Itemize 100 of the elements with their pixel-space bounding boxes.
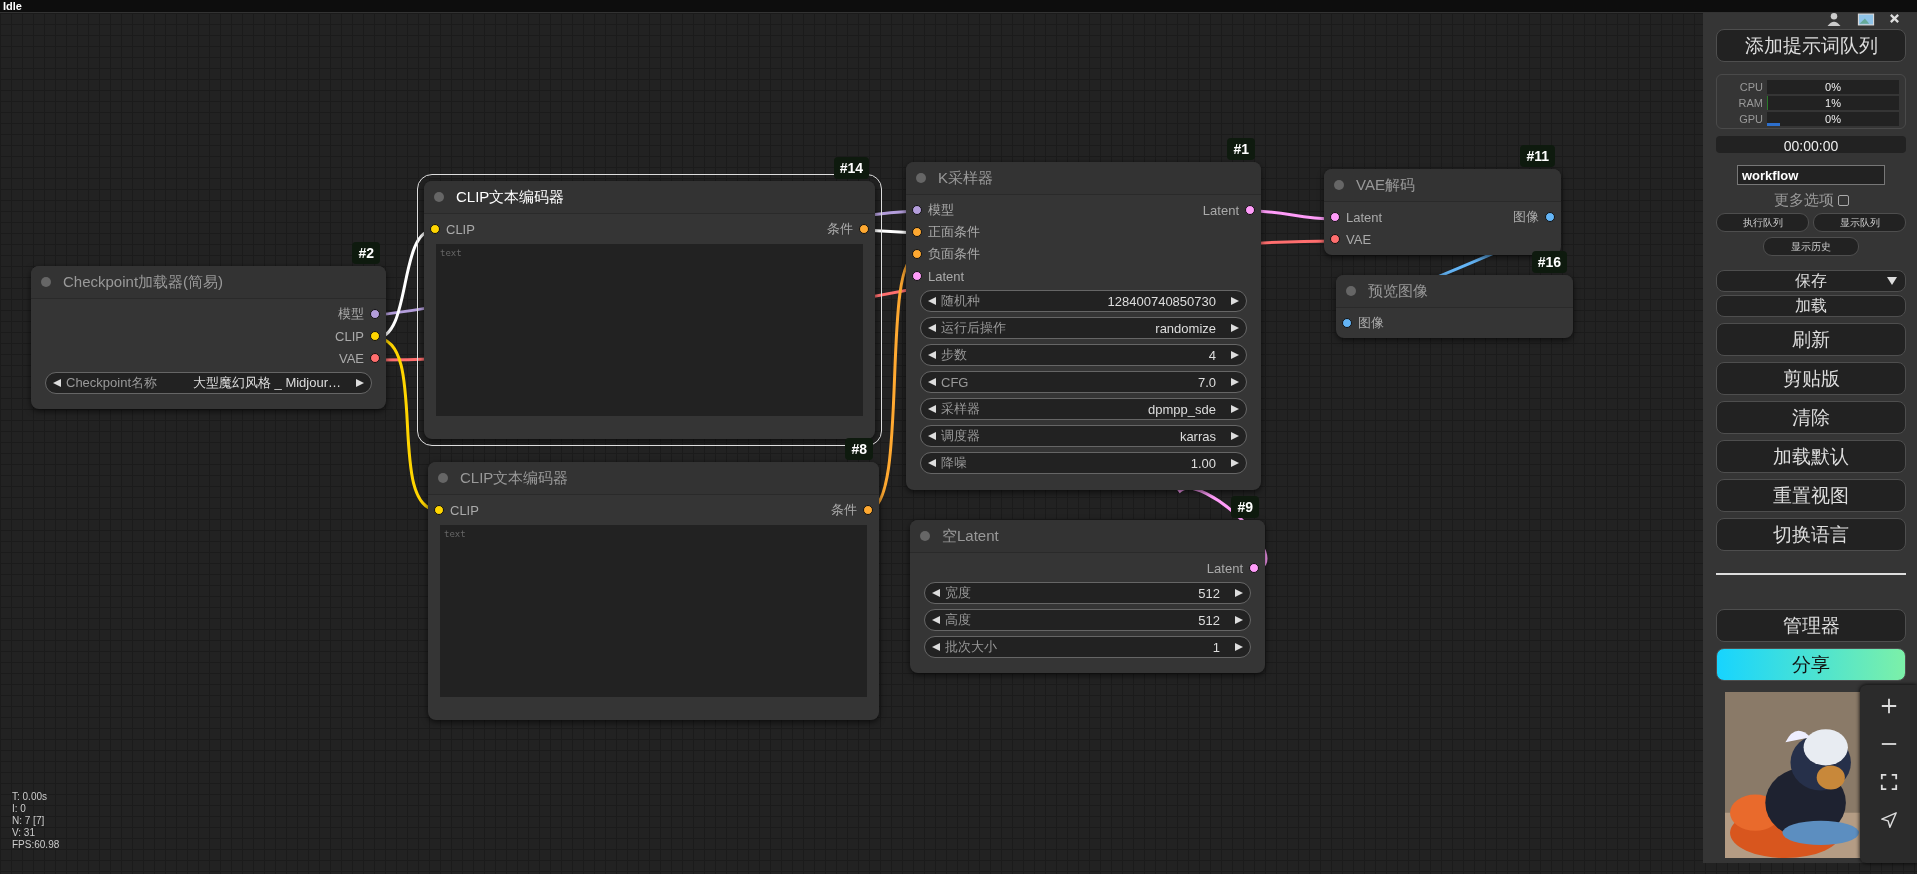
- right-arrow-icon[interactable]: [1234, 615, 1244, 625]
- input-slot-icon[interactable]: [430, 224, 440, 234]
- right-arrow-icon[interactable]: [1230, 296, 1240, 306]
- output-slot-icon[interactable]: [1245, 205, 1255, 215]
- menu-button[interactable]: 重置视图: [1716, 479, 1906, 512]
- menu-button[interactable]: 加载: [1716, 295, 1906, 317]
- right-arrow-icon[interactable]: [1230, 323, 1240, 333]
- input-slot-icon[interactable]: [1330, 212, 1340, 222]
- value-widget[interactable]: 运行后操作 randomize: [920, 317, 1247, 339]
- input-slot-icon[interactable]: [1342, 318, 1352, 328]
- value-widget[interactable]: 步数 4: [920, 344, 1247, 366]
- output-slot-icon[interactable]: [370, 331, 380, 341]
- node-title: VAE解码: [1356, 175, 1415, 195]
- share-button[interactable]: 分享: [1716, 648, 1906, 681]
- zoom-in-icon[interactable]: [1879, 697, 1898, 715]
- collapse-dot-icon[interactable]: [916, 173, 926, 183]
- value-widget[interactable]: 调度器 karras: [920, 425, 1247, 447]
- left-arrow-icon[interactable]: [927, 377, 937, 387]
- left-arrow-icon[interactable]: [927, 404, 937, 414]
- slot-label: Latent: [1206, 560, 1243, 576]
- navigation-arrow-icon[interactable]: [1879, 811, 1898, 829]
- slot-label: Latent: [1346, 209, 1383, 225]
- left-arrow-icon[interactable]: [927, 431, 937, 441]
- person-icon[interactable]: [1825, 13, 1843, 26]
- queue-button[interactable]: 显示队列: [1813, 213, 1906, 232]
- usage-value: 0%: [1825, 80, 1841, 93]
- input-slot-icon[interactable]: [434, 505, 444, 515]
- output-slot-icon[interactable]: [370, 309, 380, 319]
- fit-view-icon[interactable]: [1879, 773, 1898, 791]
- value-widget[interactable]: 采样器 dpmpp_sde: [920, 398, 1247, 420]
- node-id-badge: #1: [1227, 138, 1255, 160]
- right-arrow-icon[interactable]: [1230, 431, 1240, 441]
- input-slot-icon[interactable]: [912, 271, 922, 281]
- workflow-name-field[interactable]: workflow: [1737, 165, 1885, 185]
- prompt-text-field[interactable]: text: [436, 244, 863, 416]
- right-arrow-icon[interactable]: [1234, 642, 1244, 652]
- queue-prompt-button[interactable]: 添加提示词队列: [1716, 29, 1906, 62]
- node-title: CLIP文本编码器: [456, 187, 565, 207]
- input-slot-icon[interactable]: [912, 249, 922, 259]
- left-arrow-icon[interactable]: [931, 642, 941, 652]
- left-arrow-icon[interactable]: [931, 615, 941, 625]
- collapse-dot-icon[interactable]: [434, 192, 444, 202]
- option-label: 更多选项: [1773, 190, 1834, 210]
- right-arrow-icon[interactable]: [1230, 350, 1240, 360]
- node-id-badge: #14: [833, 157, 869, 179]
- right-arrow-icon[interactable]: [1234, 588, 1244, 598]
- manager-button[interactable]: 管理器: [1716, 609, 1906, 642]
- value-widget[interactable]: CFG 7.0: [920, 371, 1247, 393]
- options-checkbox[interactable]: [1837, 194, 1849, 206]
- slot-label: VAE: [1346, 231, 1372, 247]
- save-dropdown[interactable]: 保存: [1716, 270, 1906, 292]
- prompt-text-field[interactable]: text: [440, 525, 867, 697]
- right-arrow-icon[interactable]: [1230, 404, 1240, 414]
- close-icon[interactable]: [1889, 13, 1900, 24]
- value-widget[interactable]: 降噪 1.00: [920, 452, 1247, 474]
- output-slot-icon[interactable]: [863, 505, 873, 515]
- right-arrow-icon[interactable]: [1230, 458, 1240, 468]
- output-slot-icon[interactable]: [1249, 563, 1259, 573]
- input-slot-icon[interactable]: [912, 227, 922, 237]
- node-title: CLIP文本编码器: [460, 468, 569, 488]
- value-widget[interactable]: Checkpoint名称 大型魔幻风格 _ Midjour…: [45, 372, 372, 394]
- node-title: 空Latent: [942, 526, 999, 546]
- collapse-dot-icon[interactable]: [1346, 286, 1356, 296]
- canvas-stat: T: 0.00s: [12, 791, 49, 803]
- value-widget[interactable]: 宽度 512: [924, 582, 1251, 604]
- menu-button[interactable]: 切换语言: [1716, 518, 1906, 551]
- caret-icon: [1887, 277, 1897, 285]
- menu-button[interactable]: 清除: [1716, 401, 1906, 434]
- left-arrow-icon[interactable]: [927, 296, 937, 306]
- queue-button[interactable]: 执行队列: [1716, 213, 1809, 232]
- menu-button[interactable]: 剪贴版: [1716, 362, 1906, 395]
- right-arrow-icon[interactable]: [355, 378, 365, 388]
- collapse-dot-icon[interactable]: [438, 473, 448, 483]
- image-icon[interactable]: [1857, 13, 1875, 26]
- left-arrow-icon[interactable]: [927, 350, 937, 360]
- left-arrow-icon[interactable]: [927, 458, 937, 468]
- left-arrow-icon[interactable]: [927, 323, 937, 333]
- value-widget[interactable]: 随机种 128400740850730: [920, 290, 1247, 312]
- left-arrow-icon[interactable]: [931, 588, 941, 598]
- slot-label: 正面条件: [928, 223, 980, 241]
- input-slot-icon[interactable]: [1330, 234, 1340, 244]
- monitor-label: RAM: [1737, 96, 1763, 109]
- right-arrow-icon[interactable]: [1230, 377, 1240, 387]
- output-slot-icon[interactable]: [370, 353, 380, 363]
- slot-label: CLIP: [450, 502, 479, 518]
- output-slot-icon[interactable]: [859, 224, 869, 234]
- monitor-label: CPU: [1738, 80, 1763, 93]
- input-slot-icon[interactable]: [912, 205, 922, 215]
- history-button[interactable]: 显示历史: [1763, 237, 1859, 256]
- output-slot-icon[interactable]: [1545, 212, 1555, 222]
- menu-button[interactable]: 加载默认: [1716, 440, 1906, 473]
- collapse-dot-icon[interactable]: [41, 277, 51, 287]
- value-widget[interactable]: 批次大小 1: [924, 636, 1251, 658]
- value-widget[interactable]: 高度 512: [924, 609, 1251, 631]
- left-arrow-icon[interactable]: [52, 378, 62, 388]
- collapse-dot-icon[interactable]: [1334, 180, 1344, 190]
- usage-value: 1%: [1825, 96, 1841, 109]
- collapse-dot-icon[interactable]: [920, 531, 930, 541]
- node-id-badge: #2: [352, 242, 380, 264]
- menu-button[interactable]: 刷新: [1716, 323, 1906, 356]
